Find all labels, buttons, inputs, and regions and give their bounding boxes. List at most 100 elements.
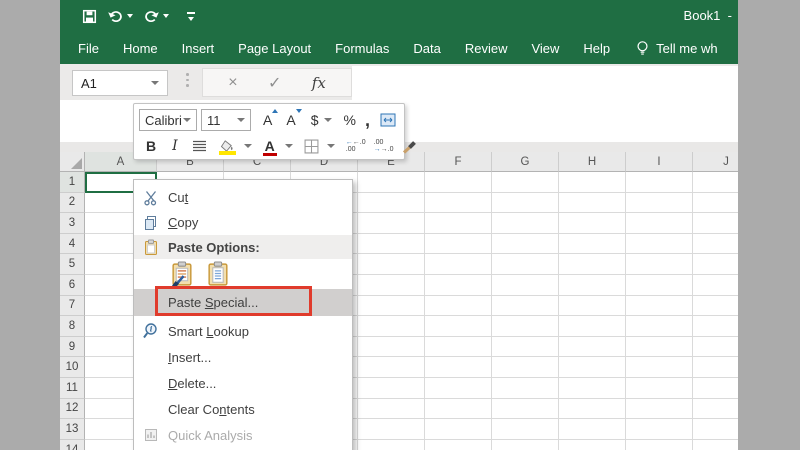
fill-color-button[interactable] (218, 139, 236, 155)
column-header-H[interactable]: H (559, 152, 626, 172)
tab-insert[interactable]: Insert (182, 41, 215, 56)
font-color-dropdown-icon[interactable] (284, 144, 293, 148)
mini-toolbar: Calibri 11 A A $ % , B I A ←←.0 .00 .00 … (133, 103, 417, 160)
row-header-12[interactable]: 12 (60, 398, 85, 420)
menu-item-insert[interactable]: Insert... (134, 344, 352, 370)
column-header-J[interactable]: J (693, 152, 738, 172)
select-all-button[interactable] (60, 152, 85, 172)
undo-dropdown-icon[interactable] (127, 14, 133, 18)
row-header-4[interactable]: 4 (60, 233, 85, 255)
increase-decimal-icon: ←←.0.00 (345, 138, 366, 154)
quick-analysis-icon (134, 427, 168, 443)
merge-center-button[interactable] (379, 113, 397, 127)
tab-view[interactable]: View (531, 41, 559, 56)
fill-color-dropdown-icon[interactable] (243, 144, 252, 148)
bold-button[interactable]: B (146, 138, 156, 154)
decrease-decimal-icon: .00 →→.0 (373, 138, 394, 154)
decrease-decimal-button[interactable]: .00 →→.0 (374, 139, 394, 154)
accounting-format-button[interactable]: $ (311, 112, 319, 128)
tab-page-layout[interactable]: Page Layout (238, 41, 311, 56)
row-header-9[interactable]: 9 (60, 336, 85, 358)
tab-file[interactable]: File (78, 41, 99, 56)
smart-lookup-icon: i (134, 322, 168, 340)
menu-item-copy[interactable]: Copy (134, 210, 352, 235)
enter-button[interactable]: ✓ (268, 73, 281, 93)
decrease-font-size-button[interactable]: A (286, 109, 302, 128)
font-size-value: 11 (207, 112, 221, 128)
font-name-combobox[interactable]: Calibri (139, 109, 197, 131)
row-header-7[interactable]: 7 (60, 295, 85, 317)
save-icon (82, 9, 97, 23)
merge-center-icon (380, 113, 396, 127)
mini-toolbar-row-2: B I A ←←.0 .00 .00 →→.0 (139, 134, 417, 158)
menu-item-smart-lookup[interactable]: i Smart Lookup (134, 318, 352, 344)
increase-font-size-button[interactable]: A (263, 109, 279, 128)
increase-decimal-button[interactable]: ←←.0.00 (346, 139, 366, 154)
paste-icon (208, 261, 228, 286)
save-button[interactable] (82, 9, 97, 24)
paste-button[interactable] (205, 261, 232, 288)
row-header-3[interactable]: 3 (60, 213, 85, 234)
paste-keep-source-formatting-button[interactable] (169, 261, 196, 288)
tab-formulas[interactable]: Formulas (335, 41, 389, 56)
row-header-1[interactable]: 1 (60, 172, 85, 193)
name-box-dropdown-icon[interactable] (151, 81, 159, 85)
menu-item-clear-contents[interactable]: Clear Contents (134, 396, 352, 422)
row-header-2[interactable]: 2 (60, 192, 85, 214)
grid-vline (491, 172, 492, 450)
undo-icon (108, 10, 122, 22)
menu-item-quick-analysis: Quick Analysis (134, 422, 352, 448)
align-icon (192, 140, 206, 152)
paste-options-row (134, 259, 352, 289)
column-header-F[interactable]: F (425, 152, 492, 172)
tab-help[interactable]: Help (583, 41, 610, 56)
grid-vline (625, 172, 626, 450)
redo-dropdown-icon[interactable] (163, 14, 169, 18)
customize-quick-access-toolbar-button[interactable] (187, 11, 195, 21)
row-header-14[interactable]: 14 (60, 439, 85, 450)
insert-function-button[interactable]: fx (312, 74, 326, 92)
borders-dropdown-icon[interactable] (326, 144, 335, 148)
quick-access-toolbar (82, 0, 195, 32)
lightbulb-icon (637, 40, 648, 55)
comma-style-button[interactable]: , (365, 111, 370, 129)
redo-button[interactable] (143, 10, 169, 23)
column-header-I[interactable]: I (626, 152, 693, 172)
name-box-value: A1 (81, 75, 97, 91)
window-title: Book1 - (683, 8, 732, 23)
cancel-button[interactable]: × (228, 74, 237, 92)
grid-vline (357, 172, 358, 450)
formula-bar-buttons: × ✓ fx (202, 68, 352, 97)
row-header-13[interactable]: 13 (60, 419, 85, 440)
align-button[interactable] (192, 140, 207, 152)
row-header-10[interactable]: 10 (60, 357, 85, 378)
percent-style-button[interactable]: % (343, 112, 355, 128)
row-headers: 1 2 3 4 5 6 7 8 9 10 11 12 13 14 (60, 172, 85, 450)
tell-me-box[interactable]: Tell me wh (636, 40, 718, 57)
font-name-value: Calibri (145, 112, 182, 128)
row-header-8[interactable]: 8 (60, 316, 85, 337)
row-header-5[interactable]: 5 (60, 254, 85, 275)
column-header-G[interactable]: G (492, 152, 559, 172)
tab-home[interactable]: Home (123, 41, 158, 56)
borders-button[interactable] (304, 139, 319, 154)
font-color-button[interactable]: A (262, 138, 277, 156)
font-size-combobox[interactable]: 11 (201, 109, 251, 131)
formula-input[interactable] (352, 66, 738, 106)
paste-keep-source-formatting-icon (172, 261, 192, 288)
clipboard-icon (134, 239, 168, 256)
row-header-6[interactable]: 6 (60, 274, 85, 296)
mini-toolbar-row-1: Calibri 11 A A $ % , (139, 108, 399, 132)
italic-button[interactable]: I (172, 138, 178, 154)
menu-item-delete[interactable]: Delete... (134, 370, 352, 396)
name-box[interactable]: A1 (72, 70, 168, 96)
menu-item-cut[interactable]: Cut (134, 185, 352, 210)
formula-bar-separator (186, 73, 189, 87)
format-painter-button[interactable] (402, 139, 418, 154)
accounting-format-dropdown-icon[interactable] (324, 118, 333, 122)
redo-icon (145, 10, 159, 22)
tab-review[interactable]: Review (465, 41, 508, 56)
row-header-11[interactable]: 11 (60, 377, 85, 399)
tab-data[interactable]: Data (413, 41, 440, 56)
undo-button[interactable] (107, 10, 133, 23)
